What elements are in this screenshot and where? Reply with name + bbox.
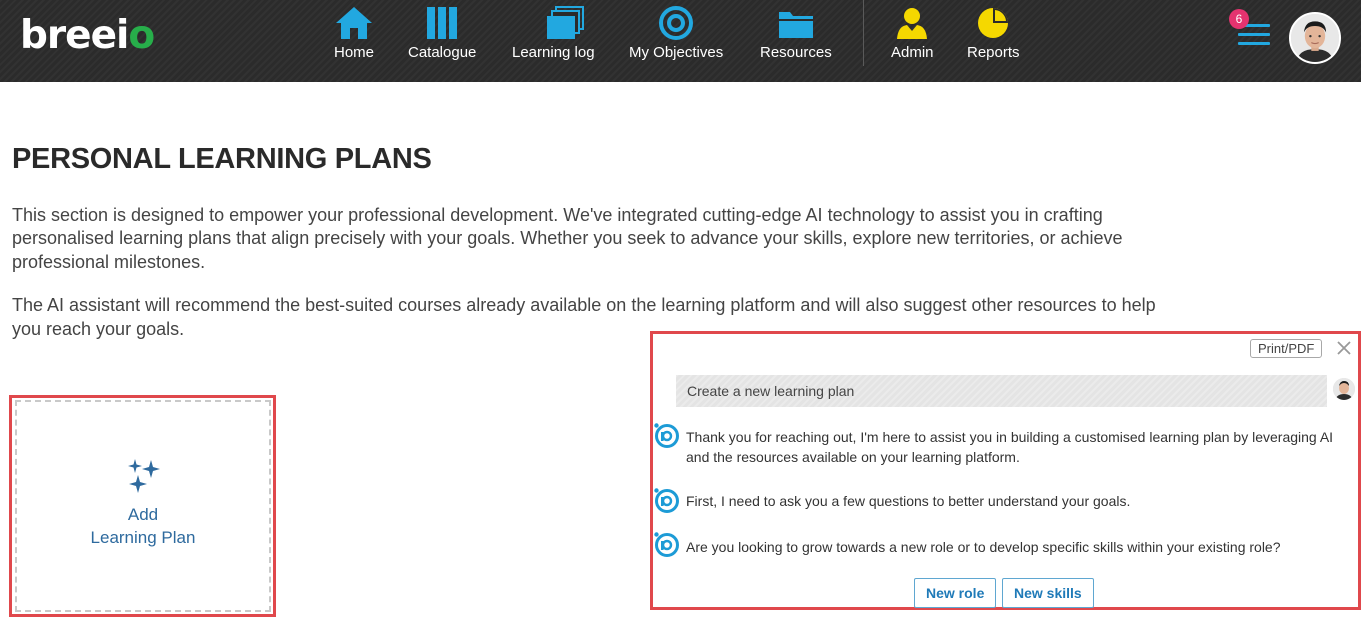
intro-text: This section is designed to empower your… <box>12 204 1162 341</box>
add-learning-plan-card[interactable]: Add Learning Plan <box>15 400 271 612</box>
assistant-logo-icon <box>654 532 679 557</box>
home-icon <box>336 7 372 39</box>
new-role-button[interactable]: New role <box>914 578 997 608</box>
top-navigation-bar: breeio Home Catalogue Learning log My Ob… <box>0 0 1361 82</box>
nav-label-reports: Reports <box>967 44 1020 61</box>
nav-item-learning-log[interactable]: Learning log <box>512 6 595 66</box>
assistant-message-1: Thank you for reaching out, I'm here to … <box>686 429 1334 465</box>
assistant-message-2: First, I need to ask you a few questions… <box>686 493 1131 509</box>
menu-icon-bar <box>1238 42 1270 45</box>
nav-label-catalogue: Catalogue <box>408 44 477 61</box>
learning-log-icon <box>547 6 585 39</box>
assistant-logo-icon <box>654 423 679 448</box>
ai-assistant-chat-panel: Print/PDF Create a new learning plan Tha… <box>650 331 1361 610</box>
nav-item-reports[interactable]: Reports <box>967 6 1020 66</box>
pie-chart-icon <box>978 8 1009 38</box>
user-photo-icon <box>1291 14 1339 62</box>
folder-icon <box>778 12 813 38</box>
close-icon[interactable] <box>1335 339 1353 357</box>
nav-item-resources[interactable]: Resources <box>760 6 832 66</box>
catalogue-icon <box>427 7 458 39</box>
print-pdf-button[interactable]: Print/PDF <box>1250 339 1323 358</box>
nav-label-my-objectives: My Objectives <box>629 44 724 61</box>
nav-item-home[interactable]: Home <box>334 6 374 66</box>
nav-label-admin: Admin <box>891 44 934 61</box>
nav-label-resources: Resources <box>760 44 832 61</box>
user-photo-icon <box>1333 378 1355 400</box>
user-avatar[interactable] <box>1289 12 1341 64</box>
menu-icon-bar <box>1238 33 1270 36</box>
nav-label-learning-log: Learning log <box>512 44 595 61</box>
intro-paragraph-1: This section is designed to empower your… <box>12 205 1123 272</box>
assistant-message-3: Are you looking to grow towards a new ro… <box>686 539 1281 555</box>
nav-divider <box>863 0 864 66</box>
add-plan-label: Add Learning Plan <box>17 503 269 549</box>
nav-item-catalogue[interactable]: Catalogue <box>408 6 476 66</box>
add-plan-label-line1: Add <box>127 505 159 524</box>
nav-label-home: Home <box>334 44 375 61</box>
notification-badge[interactable]: 6 <box>1229 9 1249 29</box>
target-icon <box>659 6 694 40</box>
breeio-logo[interactable]: breeio <box>20 14 155 58</box>
admin-icon <box>897 8 928 39</box>
nav-item-admin[interactable]: Admin <box>891 6 934 66</box>
user-message-avatar <box>1333 378 1355 400</box>
nav-item-my-objectives[interactable]: My Objectives <box>629 6 723 66</box>
add-plan-label-line2: Learning Plan <box>90 528 196 547</box>
new-skills-button[interactable]: New skills <box>1002 578 1094 608</box>
user-message: Create a new learning plan <box>676 375 1327 407</box>
sparkle-icon <box>128 459 160 493</box>
assistant-logo-icon <box>654 488 679 513</box>
page-title: PERSONAL LEARNING PLANS <box>12 143 432 175</box>
